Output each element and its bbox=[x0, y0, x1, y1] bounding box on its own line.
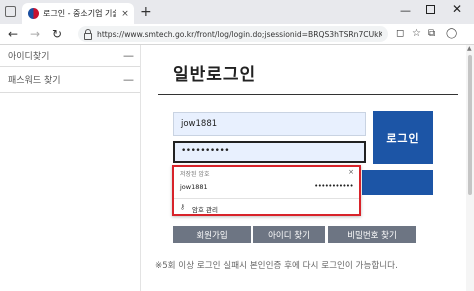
browser-toolbar: ← → ↻ https://www.smtech.go.kr/front/log… bbox=[0, 24, 474, 45]
browser-tab[interactable]: 로그인 - 중소기업 기술개발사업 × bbox=[22, 3, 134, 24]
address-bar[interactable]: https://www.smtech.go.kr/front/log/login… bbox=[78, 26, 388, 42]
forward-arrow-icon[interactable]: → bbox=[30, 26, 40, 42]
login-button[interactable]: 로그인 bbox=[373, 111, 433, 164]
join-button[interactable]: 회원가입 bbox=[173, 226, 251, 243]
tab-title: 로그인 - 중소기업 기술개발사업 bbox=[43, 9, 116, 18]
minus-icon: — bbox=[123, 73, 134, 86]
site-favicon-icon bbox=[28, 8, 39, 19]
popup-header: 저장된 암호 bbox=[180, 171, 210, 178]
key-icon: ⚷ bbox=[180, 203, 186, 211]
scroll-up-icon[interactable]: ▲ bbox=[467, 45, 472, 52]
tab-actions-icon[interactable] bbox=[5, 6, 16, 17]
collections-icon[interactable]: ⧉ bbox=[428, 28, 435, 39]
page-scrollbar[interactable]: ▲ bbox=[466, 45, 474, 291]
manage-passwords-link[interactable]: 암호 관리 bbox=[192, 204, 218, 214]
saved-username[interactable]: jow1881 bbox=[180, 183, 208, 191]
minus-icon: — bbox=[123, 49, 134, 62]
scroll-thumb[interactable] bbox=[468, 55, 472, 195]
maximize-window-icon[interactable] bbox=[426, 5, 435, 14]
tab-close-icon[interactable]: × bbox=[120, 9, 130, 19]
profile-icon[interactable]: ◯ bbox=[446, 28, 457, 39]
find-id-button[interactable]: 아이디 찾기 bbox=[253, 226, 325, 243]
find-password-button[interactable]: 비밀번호 찾기 bbox=[328, 226, 416, 243]
favorite-icon[interactable]: ☆ bbox=[412, 28, 421, 39]
url-text: https://www.smtech.go.kr/front/log/login… bbox=[97, 29, 382, 39]
browser-tab-strip: 로그인 - 중소기업 기술개발사업 × + — ✕ bbox=[0, 0, 474, 24]
login-notice: ※5회 이상 로그인 실패시 본인인증 후에 다시 로그인이 가능합니다. bbox=[155, 261, 398, 271]
close-window-icon[interactable]: ✕ bbox=[452, 2, 462, 16]
sidebar-divider bbox=[140, 45, 141, 291]
reload-icon[interactable]: ↻ bbox=[52, 26, 62, 42]
sidebar-item-label: 패스워드 찾기 bbox=[8, 76, 61, 86]
sidebar-item-find-password[interactable]: 패스워드 찾기 — bbox=[0, 67, 140, 93]
password-input[interactable]: •••••••••• bbox=[173, 141, 366, 163]
sidebar-item-label: 아이디찾기 bbox=[8, 52, 50, 62]
saved-password-popup: 저장된 암호 × jow1881 ••••••••••• ⚷ 암호 관리 bbox=[172, 165, 361, 216]
lock-icon bbox=[84, 28, 92, 40]
popup-divider bbox=[174, 198, 359, 199]
title-divider bbox=[158, 94, 458, 95]
user-id-input[interactable]: jow1881 bbox=[173, 112, 366, 136]
reading-view-icon[interactable]: ◻ bbox=[396, 28, 404, 39]
popup-close-icon[interactable]: × bbox=[348, 168, 354, 176]
sidebar: 아이디찾기 — 패스워드 찾기 — bbox=[0, 45, 140, 291]
saved-password-mask[interactable]: ••••••••••• bbox=[314, 182, 353, 190]
minimize-window-icon[interactable]: — bbox=[400, 4, 411, 17]
secondary-login-button[interactable] bbox=[362, 170, 433, 195]
new-tab-button[interactable]: + bbox=[140, 4, 152, 20]
back-arrow-icon[interactable]: ← bbox=[8, 26, 18, 42]
sidebar-item-find-id[interactable]: 아이디찾기 — bbox=[0, 45, 140, 67]
page-title: 일반로그인 bbox=[173, 65, 257, 85]
